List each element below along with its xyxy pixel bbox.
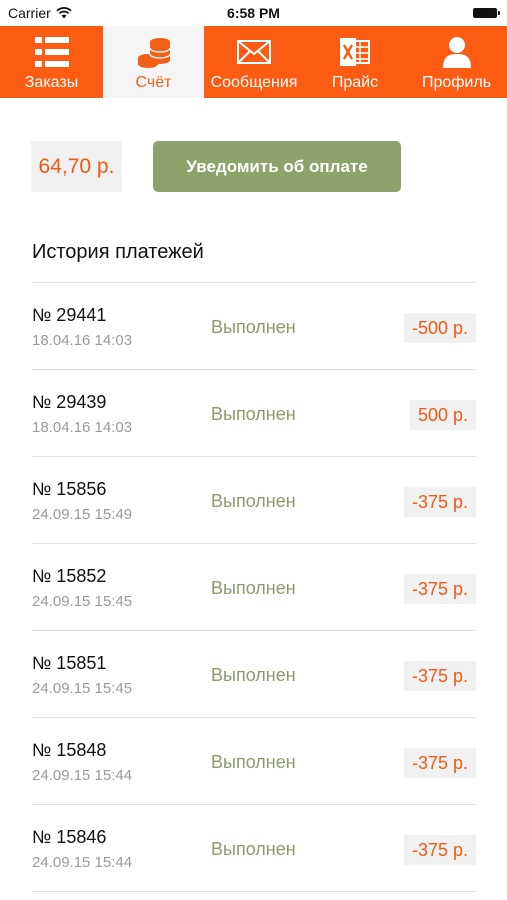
notify-payment-button[interactable]: Уведомить об оплате — [153, 141, 401, 192]
payment-date: 24.09.15 15:44 — [32, 767, 133, 784]
payment-number: № 29439 — [32, 392, 107, 412]
payment-date: 18.04.16 14:03 — [32, 332, 133, 349]
status-bar: Carrier 6:58 PM — [0, 0, 507, 26]
payment-date: 24.09.15 15:45 — [32, 593, 133, 610]
person-icon — [442, 34, 471, 70]
payment-amount: -375 р. — [403, 487, 476, 517]
balance-amount: 64,70 р. — [31, 141, 122, 192]
payment-status: Выполнен — [211, 839, 296, 859]
payment-row[interactable]: № 15846 24.09.15 15:44 Выполнен -375 р. — [32, 805, 476, 892]
payment-amount: -375 р. — [403, 574, 476, 604]
payment-date: 18.04.16 14:03 — [32, 419, 133, 436]
payment-row[interactable]: № 15848 24.09.15 15:44 Выполнен -375 р. — [32, 718, 476, 805]
tab-orders[interactable]: Заказы — [0, 26, 103, 98]
payment-status: Выполнен — [211, 665, 296, 685]
tab-profile-label: Профиль — [421, 74, 492, 91]
tab-price-label: Прайс — [331, 74, 379, 91]
payment-row[interactable]: № 15851 24.09.15 15:45 Выполнен -375 р. — [32, 631, 476, 718]
payment-number: № 15848 — [32, 740, 107, 760]
payment-amount: -375 р. — [403, 661, 476, 691]
payment-row[interactable]: № 29441 18.04.16 14:03 Выполнен -500 р. — [32, 283, 476, 370]
list-icon — [34, 34, 69, 70]
payment-date: 24.09.15 15:45 — [32, 680, 133, 697]
payment-status: Выполнен — [211, 404, 296, 424]
clock: 6:58 PM — [227, 5, 280, 21]
payment-status: Выполнен — [211, 491, 296, 511]
payment-date: 24.09.15 15:44 — [32, 854, 133, 871]
battery-icon — [473, 8, 500, 18]
payment-row[interactable]: № 15856 24.09.15 15:49 Выполнен -375 р. — [32, 457, 476, 544]
tab-messages[interactable]: Сообщения — [204, 26, 304, 98]
tab-orders-label: Заказы — [24, 74, 79, 91]
tab-price[interactable]: Прайс — [304, 26, 406, 98]
payment-amount: 500 р. — [409, 400, 476, 430]
excel-icon — [340, 34, 370, 70]
coins-icon — [136, 34, 172, 70]
payment-amount: -375 р. — [403, 748, 476, 778]
tab-account[interactable]: Счёт — [103, 26, 204, 98]
payment-amount: -375 р. — [403, 835, 476, 865]
tab-account-label: Счёт — [135, 74, 172, 91]
payment-number: № 15851 — [32, 653, 107, 673]
payment-history-list: № 29441 18.04.16 14:03 Выполнен -500 р. … — [32, 282, 476, 892]
envelope-icon — [237, 34, 271, 70]
payment-number: № 15856 — [32, 479, 107, 499]
tab-messages-label: Сообщения — [210, 74, 298, 91]
history-title: История платежей — [32, 241, 204, 263]
payment-date: 24.09.15 15:49 — [32, 506, 133, 523]
tab-profile[interactable]: Профиль — [406, 26, 507, 98]
payment-number: № 15852 — [32, 566, 107, 586]
payment-number: № 29441 — [32, 305, 107, 325]
payment-number: № 15846 — [32, 827, 107, 847]
balance-row: 64,70 р. Уведомить об оплате — [31, 141, 401, 192]
payment-row[interactable]: № 15852 24.09.15 15:45 Выполнен -375 р. — [32, 544, 476, 631]
tab-bar: Заказы Счёт Сообщения Прайс Профиль — [0, 26, 507, 98]
payment-status: Выполнен — [211, 317, 296, 337]
payment-status: Выполнен — [211, 752, 296, 772]
payment-status: Выполнен — [211, 578, 296, 598]
payment-row[interactable]: № 29439 18.04.16 14:03 Выполнен 500 р. — [32, 370, 476, 457]
payment-amount: -500 р. — [403, 313, 476, 343]
